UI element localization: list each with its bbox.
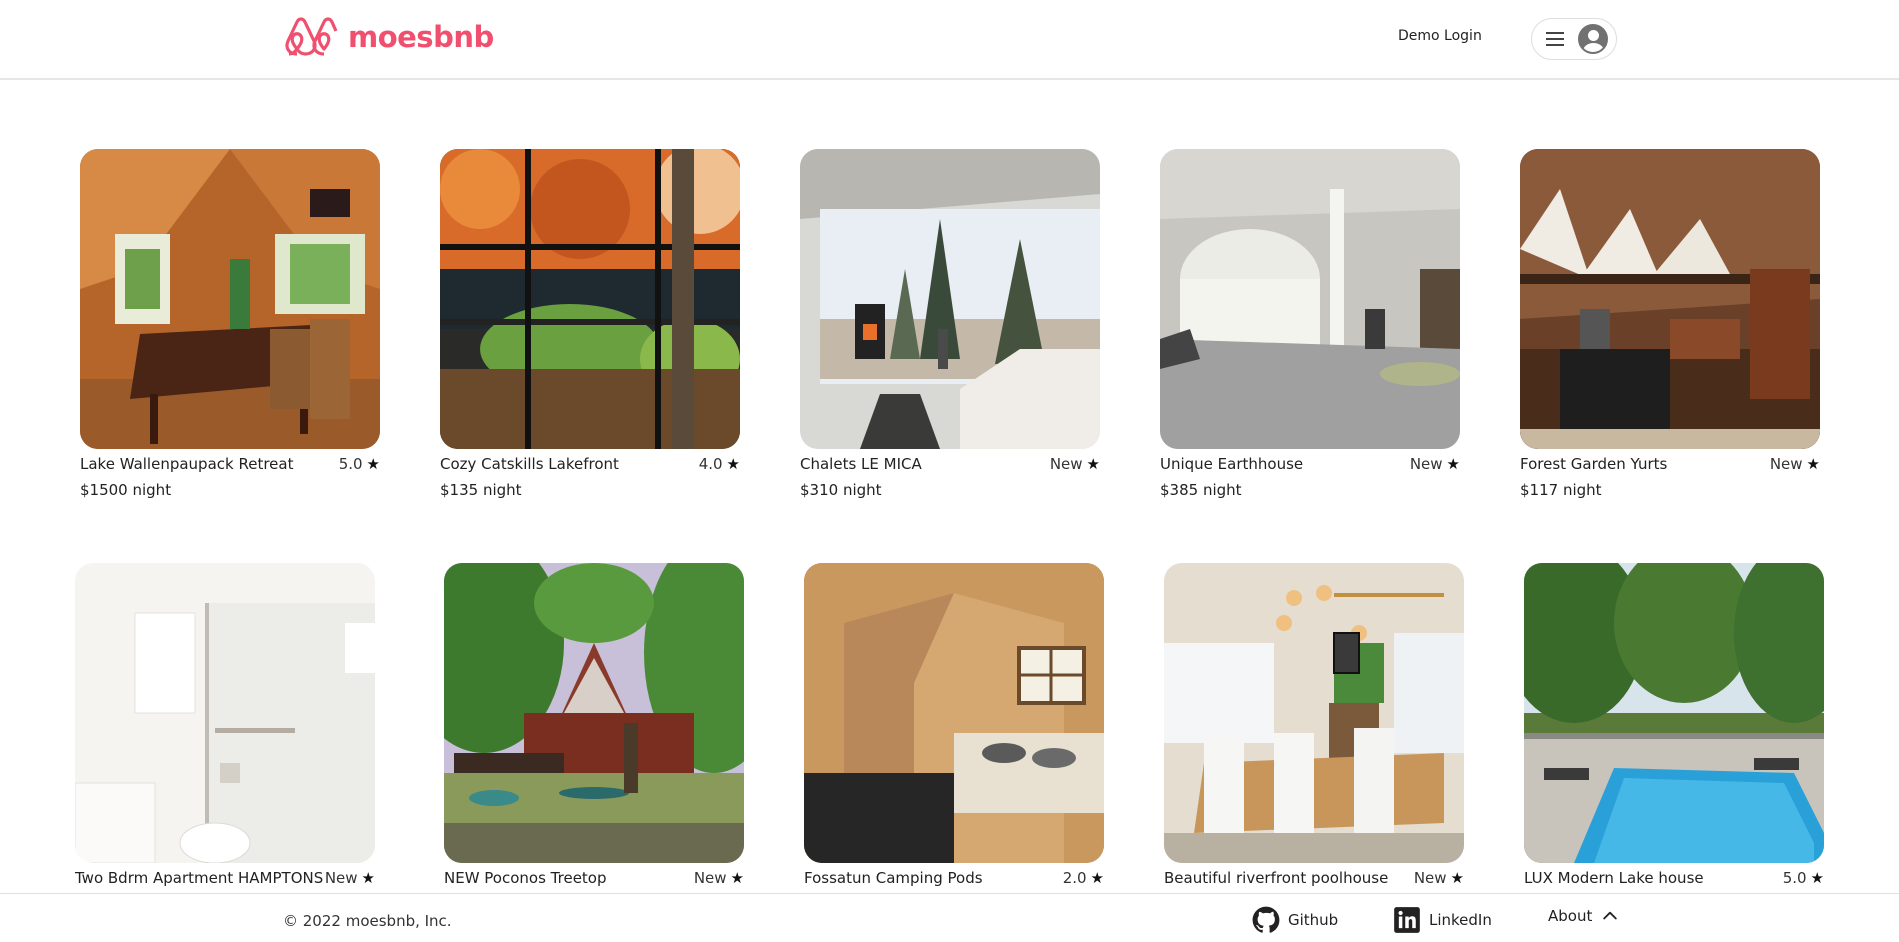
listing-photo[interactable] (444, 563, 744, 863)
linkedin-label: LinkedIn (1429, 911, 1492, 929)
star-icon: ★ (366, 455, 380, 473)
listing-card[interactable]: Forest Garden Yurts New ★ $117 night (1520, 149, 1820, 499)
rating-value: 2.0 (1062, 869, 1087, 887)
listing-photo[interactable] (80, 149, 380, 449)
user-menu-button[interactable] (1531, 18, 1617, 60)
user-avatar-icon (1578, 24, 1608, 54)
github-label: Github (1288, 911, 1339, 929)
listing-title: Unique Earthhouse (1160, 455, 1304, 473)
chevron-up-icon (1603, 911, 1618, 920)
listing-price: $310 night (800, 481, 882, 499)
linkedin-link[interactable]: LinkedIn (1393, 906, 1492, 934)
star-icon: ★ (1450, 869, 1464, 887)
listing-title: Chalets LE MICA (800, 455, 922, 473)
rating-value: New (693, 869, 727, 887)
listing-title: Lake Wallenpaupack Retreat (80, 455, 294, 473)
listing-price: $117 night (1520, 481, 1602, 499)
listing-card[interactable]: Lake Wallenpaupack Retreat 5.0 ★ $1500 ni… (80, 149, 380, 499)
star-icon: ★ (1806, 455, 1820, 473)
rating-value: 4.0 (698, 455, 723, 473)
listing-photo[interactable] (1524, 563, 1824, 863)
listing-card[interactable]: Two Bdrm Apartment HAMPTONS New ★ (75, 563, 375, 887)
listing-rating: New ★ (1770, 455, 1820, 473)
listing-photo[interactable] (1160, 149, 1460, 449)
about-label: About (1548, 907, 1593, 925)
rating-value: 5.0 (1782, 869, 1807, 887)
listing-card[interactable]: Cozy Catskills Lakefront 4.0 ★ $135 night (440, 149, 740, 499)
linkedin-icon (1394, 907, 1420, 933)
listing-price: $1500 night (80, 481, 172, 499)
hamburger-icon (1546, 32, 1564, 46)
listing-photo[interactable] (75, 563, 375, 863)
listing-rating: New ★ (694, 869, 744, 887)
listing-rating: New ★ (1050, 455, 1100, 473)
listing-price: $385 night (1160, 481, 1242, 499)
listing-title: Cozy Catskills Lakefront (440, 455, 619, 473)
rating-value: New (1413, 869, 1447, 887)
page-footer: © 2022 moesbnb, Inc. Github LinkedIn Abo… (0, 893, 1899, 942)
listing-rating: New ★ (1410, 455, 1460, 473)
listing-title: LUX Modern Lake house (1524, 869, 1704, 887)
listing-photo[interactable] (440, 149, 740, 449)
listing-rating: 5.0 ★ (339, 455, 380, 473)
star-icon: ★ (361, 869, 375, 887)
listing-card[interactable]: NEW Poconos Treetop New ★ (444, 563, 744, 887)
listing-rating: New ★ (325, 869, 375, 887)
listing-rating: 5.0 ★ (1783, 869, 1824, 887)
star-icon: ★ (1086, 455, 1100, 473)
listing-card[interactable]: Beautiful riverfront poolhouse New ★ (1164, 563, 1464, 887)
listing-photo[interactable] (800, 149, 1100, 449)
star-icon: ★ (1090, 869, 1104, 887)
listing-photo[interactable] (1164, 563, 1464, 863)
rating-value: 5.0 (338, 455, 363, 473)
github-link[interactable]: Github (1252, 906, 1338, 934)
listing-title: Two Bdrm Apartment HAMPTONS (75, 869, 324, 887)
rating-value: New (1409, 455, 1443, 473)
listing-title: Beautiful riverfront poolhouse (1164, 869, 1389, 887)
airbnb-belo-logo-icon (285, 17, 338, 56)
listing-rating: 2.0 ★ (1063, 869, 1104, 887)
top-navbar: moesbnb Demo Login (0, 0, 1899, 80)
star-icon: ★ (1446, 455, 1460, 473)
star-icon: ★ (730, 869, 744, 887)
listing-card[interactable]: Unique Earthhouse New ★ $385 night (1160, 149, 1460, 499)
listing-photo[interactable] (1520, 149, 1820, 449)
listing-photo[interactable] (804, 563, 1104, 863)
listing-card[interactable]: LUX Modern Lake house 5.0 ★ (1524, 563, 1824, 887)
star-icon: ★ (1810, 869, 1824, 887)
about-dropdown-toggle[interactable]: About (1548, 906, 1620, 926)
listing-card[interactable]: Chalets LE MICA New ★ $310 night (800, 149, 1100, 499)
listing-title: Fossatun Camping Pods (804, 869, 983, 887)
github-icon (1252, 906, 1280, 933)
rating-value: New (1769, 455, 1803, 473)
brand-name: moesbnb (348, 20, 494, 54)
home-logo-link[interactable]: moesbnb (283, 16, 494, 58)
listing-title: NEW Poconos Treetop (444, 869, 607, 887)
star-icon: ★ (726, 455, 740, 473)
listing-rating: 4.0 ★ (699, 455, 740, 473)
listing-card[interactable]: Fossatun Camping Pods 2.0 ★ (804, 563, 1104, 887)
copyright-text: © 2022 moesbnb, Inc. (283, 912, 452, 930)
demo-login-button[interactable]: Demo Login (1398, 28, 1482, 44)
listing-price: $135 night (440, 481, 522, 499)
rating-value: New (1049, 455, 1083, 473)
listing-rating: New ★ (1414, 869, 1464, 887)
listing-title: Forest Garden Yurts (1520, 455, 1668, 473)
rating-value: New (324, 869, 358, 887)
